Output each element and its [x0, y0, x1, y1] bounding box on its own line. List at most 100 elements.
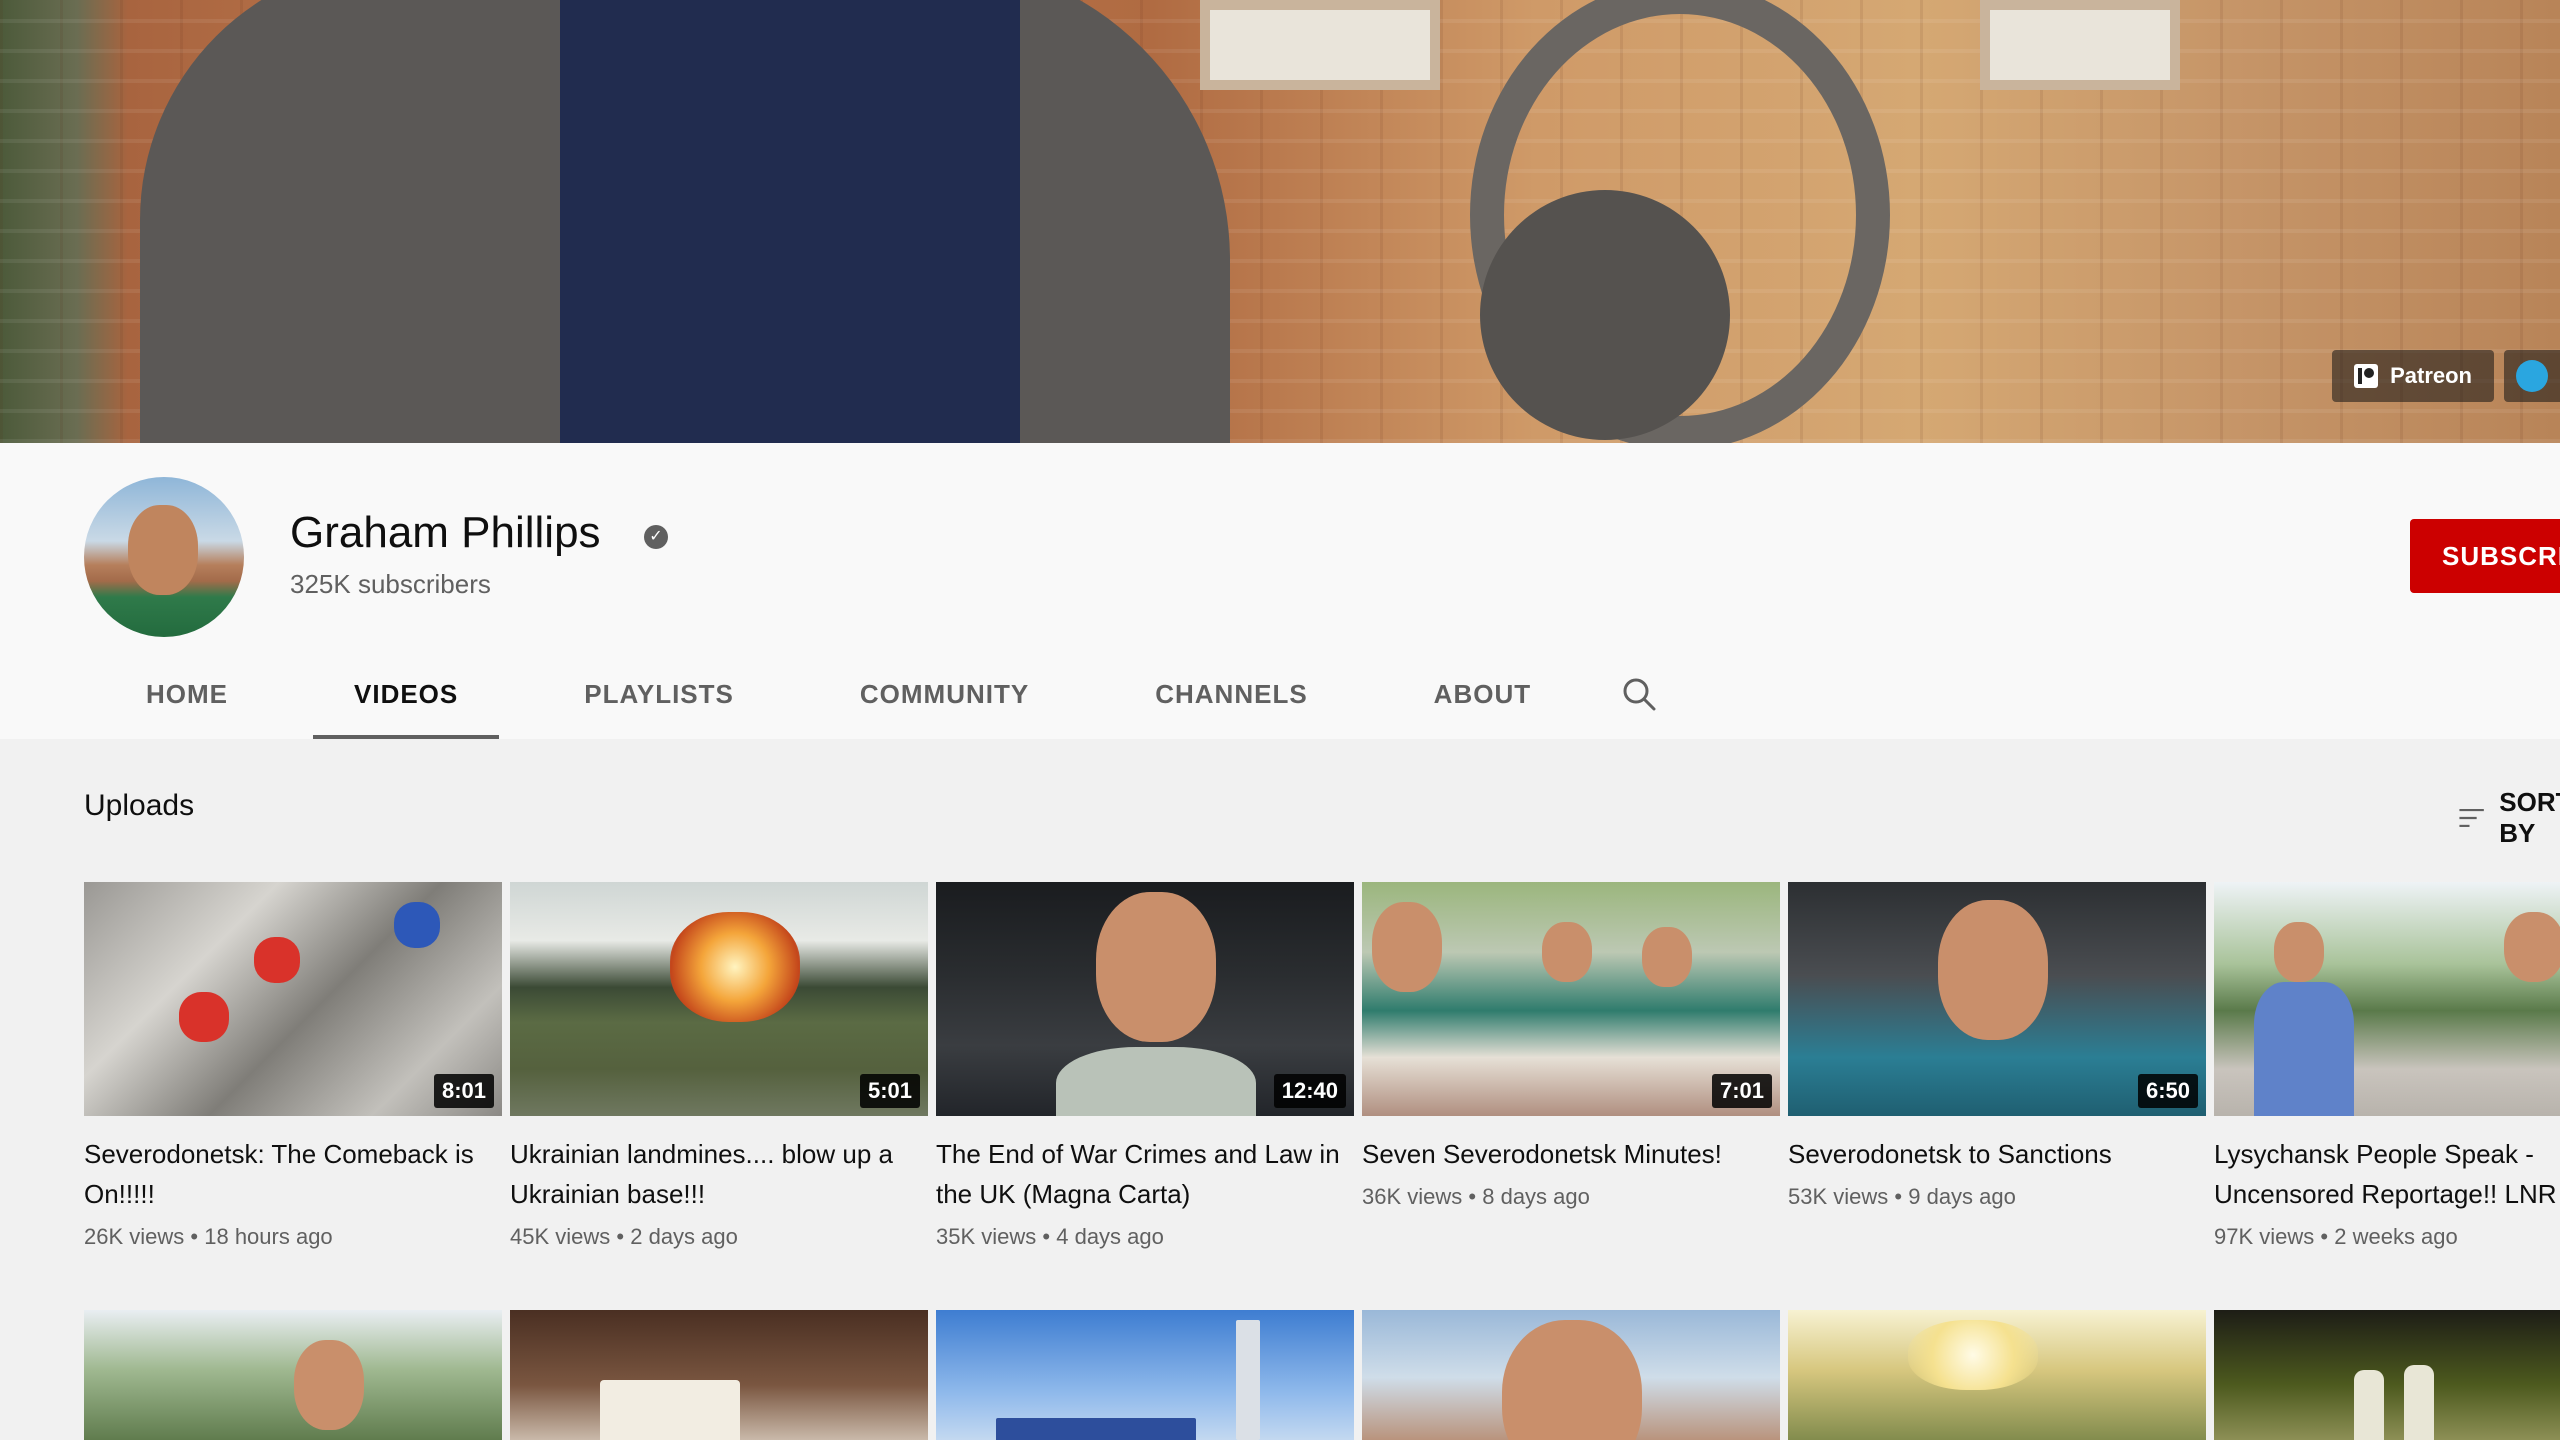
- thumb-sign: [996, 1418, 1196, 1440]
- channel-tabs: HOME VIDEOS PLAYLISTS COMMUNITY CHANNELS…: [110, 649, 1684, 739]
- video-thumbnail[interactable]: [84, 1310, 502, 1440]
- patreon-link[interactable]: Patreon: [2332, 350, 2494, 402]
- video-card[interactable]: 6:50 Severodonetsk to Sanctions 53K view…: [1788, 882, 2206, 1250]
- video-title[interactable]: Lysychansk People Speak - Uncensored Rep…: [2214, 1134, 2560, 1214]
- verified-check-icon: ✓: [644, 525, 668, 549]
- video-thumbnail[interactable]: 5:01: [510, 882, 928, 1116]
- video-title[interactable]: Severodonetsk to Sanctions: [1788, 1134, 2206, 1174]
- video-thumbnail[interactable]: [936, 1310, 1354, 1440]
- subscriber-count: 325K subscribers: [290, 569, 491, 599]
- video-meta: 26K views • 18 hours ago: [84, 1224, 502, 1250]
- video-title[interactable]: Severodonetsk: The Comeback is On!!!!!: [84, 1134, 502, 1214]
- banner-links: Patreon: [2332, 350, 2560, 402]
- tab-channels[interactable]: CHANNELS: [1092, 649, 1370, 739]
- tab-about[interactable]: ABOUT: [1371, 649, 1594, 739]
- video-thumbnail[interactable]: [2214, 1310, 2560, 1440]
- search-icon[interactable]: [1594, 649, 1684, 739]
- thumb-figure: [254, 937, 300, 983]
- thumb-glass: [2404, 1365, 2434, 1440]
- tab-community[interactable]: COMMUNITY: [797, 649, 1092, 739]
- video-grid-row-2: [84, 1310, 2560, 1440]
- thumb-glass: [2354, 1370, 2384, 1440]
- channel-avatar[interactable]: [84, 477, 244, 637]
- video-thumbnail[interactable]: [1362, 1310, 1780, 1440]
- video-title[interactable]: Seven Severodonetsk Minutes!: [1362, 1134, 1780, 1174]
- banner-statue-ball: [1480, 190, 1730, 440]
- banner-window: [1200, 0, 1440, 90]
- video-views: 26K views: [84, 1224, 185, 1249]
- thumb-face: [1542, 922, 1592, 982]
- video-duration: 8:01: [433, 1074, 494, 1108]
- video-card[interactable]: 5:01 Ukrainian landmines.... blow up a U…: [510, 882, 928, 1250]
- tab-playlists[interactable]: PLAYLISTS: [521, 649, 797, 739]
- video-views: 45K views: [510, 1224, 611, 1249]
- video-card[interactable]: 7:01 Seven Severodonetsk Minutes! 36K vi…: [1362, 882, 1780, 1250]
- meta-separator: •: [616, 1224, 625, 1249]
- video-meta: 36K views • 8 days ago: [1362, 1184, 1780, 1210]
- video-meta: 53K views • 9 days ago: [1788, 1184, 2206, 1210]
- thumb-face: [2504, 912, 2560, 982]
- thumb-document: [600, 1380, 740, 1440]
- meta-separator: •: [1894, 1184, 1903, 1209]
- video-title[interactable]: The End of War Crimes and Law in the UK …: [936, 1134, 1354, 1214]
- video-grid-row-1: 8:01 Severodonetsk: The Comeback is On!!…: [84, 882, 2560, 1250]
- video-meta: 35K views • 4 days ago: [936, 1224, 1354, 1250]
- video-views: 36K views: [1362, 1184, 1463, 1209]
- thumb-face: [1938, 900, 2048, 1040]
- uploads-title: Uploads: [84, 789, 195, 822]
- thumb-face: [1502, 1320, 1642, 1440]
- video-thumbnail[interactable]: 8:01: [84, 882, 502, 1116]
- video-thumbnail[interactable]: 6:50: [1788, 882, 2206, 1116]
- thumb-figure: [179, 992, 229, 1042]
- youtube-channel-page: Patreon Graham Phillips ✓ 325K subscribe…: [0, 0, 2560, 1440]
- video-views: 35K views: [936, 1224, 1037, 1249]
- sort-label: SORT BY: [2499, 787, 2560, 848]
- video-age: 2 weeks ago: [2334, 1224, 2458, 1249]
- video-thumbnail[interactable]: [510, 1310, 928, 1440]
- meta-separator: •: [1468, 1184, 1477, 1209]
- thumb-face: [2274, 922, 2324, 982]
- video-thumbnail[interactable]: [1788, 1310, 2206, 1440]
- tab-home[interactable]: HOME: [110, 649, 291, 739]
- thumb-shirt: [2254, 982, 2354, 1116]
- thumb-figure: [394, 902, 440, 948]
- video-duration: 6:50: [2137, 1074, 2198, 1108]
- telegram-link[interactable]: [2504, 350, 2560, 402]
- video-card[interactable]: 12:40 The End of War Crimes and Law in t…: [936, 882, 1354, 1250]
- video-card[interactable]: 8:01 Severodonetsk: The Comeback is On!!…: [84, 882, 502, 1250]
- video-meta: 45K views • 2 days ago: [510, 1224, 928, 1250]
- thumb-face: [1372, 902, 1442, 992]
- video-duration: 5:01: [859, 1074, 920, 1108]
- video-card[interactable]: Lysychansk People Speak - Uncensored Rep…: [2214, 882, 2560, 1250]
- thumb-explosion: [670, 912, 800, 1022]
- tab-videos[interactable]: VIDEOS: [291, 649, 521, 739]
- video-age: 4 days ago: [1056, 1224, 1164, 1249]
- video-age: 9 days ago: [1908, 1184, 2016, 1209]
- thumb-shirt: [1056, 1047, 1256, 1116]
- video-thumbnail[interactable]: 7:01: [1362, 882, 1780, 1116]
- telegram-icon: [2516, 360, 2548, 392]
- video-thumbnail[interactable]: 12:40: [936, 882, 1354, 1116]
- video-meta: 97K views • 2 weeks ago: [2214, 1224, 2560, 1250]
- patreon-link-label: Patreon: [2390, 363, 2472, 388]
- banner-window: [1980, 0, 2180, 90]
- video-duration: 7:01: [1711, 1074, 1772, 1108]
- thumb-face: [1096, 892, 1216, 1042]
- patreon-icon: [2354, 364, 2379, 388]
- channel-header: Graham Phillips ✓ 325K subscribers SUBSC…: [0, 443, 2560, 739]
- video-age: 2 days ago: [630, 1224, 738, 1249]
- subscribe-button[interactable]: SUBSCRIBE: [2410, 519, 2560, 593]
- thumb-face: [1642, 927, 1692, 987]
- channel-banner: Patreon: [0, 0, 2560, 443]
- meta-separator: •: [2320, 1224, 2329, 1249]
- banner-shirt: [560, 0, 1020, 443]
- video-title[interactable]: Ukrainian landmines.... blow up a Ukrain…: [510, 1134, 928, 1214]
- video-thumbnail[interactable]: [2214, 882, 2560, 1116]
- meta-separator: •: [190, 1224, 199, 1249]
- meta-separator: •: [1042, 1224, 1051, 1249]
- thumb-face: [294, 1340, 364, 1430]
- channel-name[interactable]: Graham Phillips: [290, 507, 601, 559]
- sort-icon: [2459, 809, 2484, 827]
- thumb-sun: [1908, 1320, 2038, 1390]
- sort-button[interactable]: SORT BY: [2458, 787, 2560, 849]
